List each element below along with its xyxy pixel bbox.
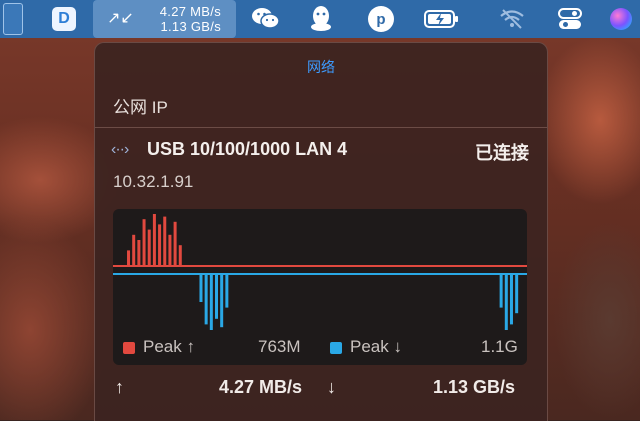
- menu-bar: D ↗↙ 4.27 MB/s 1.13 GB/s p: [0, 0, 640, 38]
- traffic-chart: Peak ↑ 763M Peak ↓ 1.1G: [113, 209, 527, 365]
- panel-title: 网络: [307, 59, 335, 75]
- upload-bar: [163, 216, 167, 266]
- battery-icon[interactable]: [422, 0, 462, 38]
- network-panel: 网络 公网 IP ‹··› USB 10/100/1000 LAN 4 已连接 …: [94, 42, 548, 421]
- download-bar: [509, 274, 513, 325]
- upload-bar: [173, 221, 177, 266]
- wechat-icon[interactable]: [248, 0, 284, 38]
- upload-bar: [142, 219, 146, 266]
- upload-bar: [147, 229, 151, 266]
- download-speed: 1.13 GB/s: [433, 377, 516, 397]
- download-bar: [199, 274, 203, 302]
- app-logo-letter: D: [52, 7, 76, 31]
- upload-peak-value: 763M: [258, 337, 301, 356]
- interface-name: USB 10/100/1000 LAN 4: [147, 139, 348, 159]
- menubar-download-speed: 1.13 GB/s: [160, 19, 221, 34]
- connection-status: 已连接: [475, 143, 529, 163]
- download-arrow-icon: ↓: [327, 377, 336, 397]
- transfer-arrows-icon: ↗↙: [107, 10, 134, 27]
- upload-legend-swatch: [123, 342, 135, 354]
- download-peak-value: 1.1G: [481, 337, 518, 356]
- wifi-icon[interactable]: [497, 0, 527, 38]
- download-peak-label: Peak ↓: [350, 337, 402, 356]
- upload-bar: [132, 234, 136, 266]
- control-center-icon[interactable]: [555, 0, 585, 38]
- download-bar: [499, 274, 503, 308]
- window-icon[interactable]: [0, 0, 26, 38]
- upload-speed: 4.27 MB/s: [219, 377, 303, 397]
- download-legend-swatch: [330, 342, 342, 354]
- upload-bar: [152, 214, 156, 266]
- upload-bar: [178, 245, 182, 266]
- upload-peak-label: Peak ↑: [143, 337, 195, 356]
- upload-bar: [168, 234, 172, 266]
- menubar-upload-speed: 4.27 MB/s: [159, 4, 221, 19]
- interface-ip-address[interactable]: 10.32.1.91: [113, 172, 193, 192]
- download-bar: [204, 274, 208, 325]
- network-speed-indicator[interactable]: ↗↙ 4.27 MB/s 1.13 GB/s: [93, 0, 236, 38]
- download-bar: [225, 274, 229, 308]
- p-letter: p: [368, 6, 394, 32]
- p-icon[interactable]: p: [363, 0, 399, 38]
- upload-bar: [158, 224, 162, 266]
- siri-icon[interactable]: [606, 0, 636, 38]
- download-bar: [515, 274, 519, 314]
- chart-legend: Peak ↑ 763M Peak ↓ 1.1G: [113, 337, 527, 361]
- divider: [95, 127, 547, 128]
- upload-bar: [127, 250, 131, 266]
- qq-icon[interactable]: [303, 0, 339, 38]
- download-bar: [220, 274, 224, 328]
- download-bar: [209, 274, 213, 330]
- upload-arrow-icon: ↑: [115, 377, 124, 397]
- upload-bar: [137, 240, 141, 266]
- app-logo-icon[interactable]: D: [50, 0, 78, 38]
- download-bar: [504, 274, 508, 330]
- download-bar: [215, 274, 218, 319]
- speed-footer: ↑ 4.27 MB/s ↓ 1.13 GB/s: [95, 377, 547, 407]
- public-ip-label[interactable]: 公网 IP: [113, 93, 168, 118]
- ethernet-icon: ‹··›: [111, 141, 129, 158]
